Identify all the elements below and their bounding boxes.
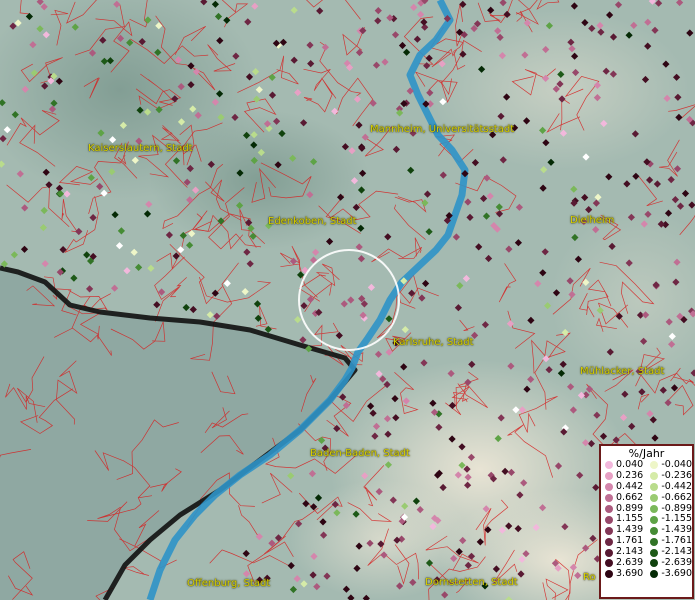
legend-swatch — [605, 461, 613, 470]
legend-swatch — [605, 548, 613, 557]
city-label-edenkoben: Edenkoben, Stadt — [268, 216, 357, 227]
city-label-badenbaden: Baden-Baden, Stadt — [310, 448, 410, 459]
city-label-offenburg: Offenburg, Stadt — [187, 578, 271, 589]
legend-swatch — [650, 526, 659, 535]
legend-value: 3.690 — [616, 567, 644, 579]
legend-row: 3.690 -3.690 — [601, 567, 692, 580]
legend-swatch — [650, 515, 659, 524]
legend-row: 0.662 -0.662 — [601, 491, 692, 504]
legend-swatch — [650, 483, 659, 492]
legend-swatch — [650, 505, 659, 513]
legend-rows: 0.040 -0.040 0.236 -0.236 0.442 -0.442 0.662 -0… — [601, 459, 692, 580]
legend-swatch — [650, 537, 659, 546]
legend-swatch — [650, 494, 659, 503]
city-label-muehlacker: Mühlacker, Stadt — [580, 366, 665, 377]
legend-entry-positive: 3.690 — [601, 567, 646, 580]
legend-swatch — [605, 559, 613, 568]
legend-entry-negative: -3.690 — [646, 567, 692, 580]
legend-swatch — [605, 472, 613, 481]
legend-swatch — [605, 515, 613, 524]
legend-swatch — [605, 570, 613, 579]
city-label-karlsruhe: Karlsruhe, Stadt — [393, 337, 474, 348]
city-label-dornstetten: Dornstetten, Stadt — [425, 577, 518, 588]
legend-swatch — [650, 548, 659, 557]
city-label-dielheim: Dielheim — [570, 215, 615, 226]
legend-swatch — [650, 570, 659, 579]
legend-swatch — [650, 559, 659, 568]
legend-value: 0.662 — [616, 491, 644, 503]
city-label-mannheim: Mannheim, Universitätsstadt — [370, 124, 515, 135]
legend-swatch — [650, 472, 659, 481]
legend-swatch — [605, 537, 613, 546]
legend-swatch — [650, 461, 659, 470]
legend-swatch — [605, 505, 613, 513]
city-label-kaiserslautern: Kaiserslautern, Stadt — [88, 143, 193, 154]
legend: %/Jahr 0.040 -0.040 0.236 -0.236 0.442 -0.442… — [599, 444, 694, 599]
legend-value: -3.690 — [661, 567, 692, 579]
legend-swatch — [605, 526, 613, 535]
legend-swatch — [605, 483, 613, 492]
legend-swatch — [605, 494, 613, 503]
legend-entry-negative: -0.662 — [646, 491, 692, 504]
city-label-ro: Ro — [583, 572, 596, 583]
terrain-map[interactable] — [0, 0, 695, 600]
legend-value: -0.662 — [661, 491, 692, 503]
legend-entry-positive: 0.662 — [601, 491, 646, 504]
